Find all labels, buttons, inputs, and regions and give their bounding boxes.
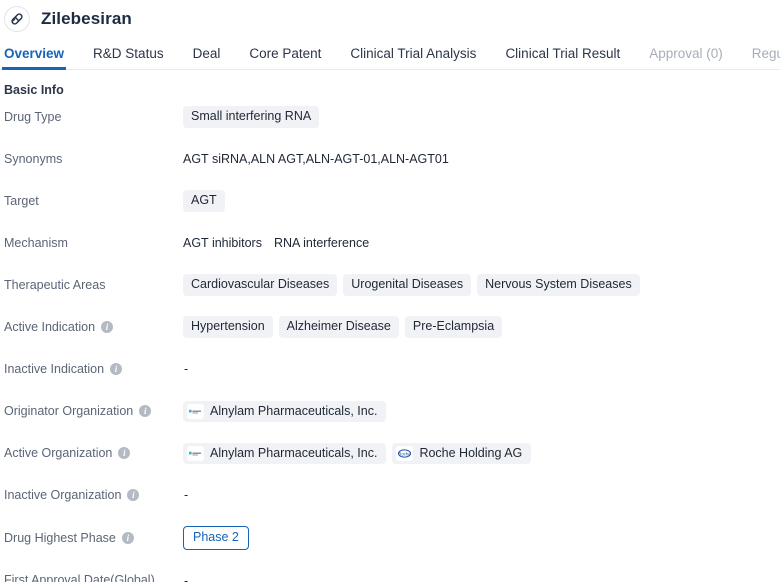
field-label: Originator Organization i [0, 405, 183, 418]
field-label: Target [0, 195, 183, 208]
field-label-text: First Approval Date(Global) [4, 573, 155, 582]
field-label-text: Drug Type [4, 109, 62, 124]
field-label: Inactive Organization i [0, 489, 183, 502]
organization-chip[interactable]: Alnylam Pharmaceuticals, Inc. [183, 400, 387, 422]
empty-value: - [184, 362, 189, 376]
field-row: Target AGT [0, 190, 780, 212]
field-label-text: Mechanism [4, 235, 68, 250]
value-chip[interactable]: Alzheimer Disease [278, 316, 399, 338]
field-row: Mechanism AGT inhibitors RNA interference [0, 232, 780, 254]
tab-deal[interactable]: Deal [193, 46, 221, 70]
field-row: Drug Type Small interfering RNA [0, 106, 780, 128]
field-label: Active Organization i [0, 447, 183, 460]
tab-overview[interactable]: Overview [1, 46, 67, 70]
value-chip[interactable]: Pre-Eclampsia [404, 316, 503, 338]
empty-value: - [184, 488, 189, 502]
page-title: Zilebesiran [41, 9, 132, 28]
field-label: Inactive Indication i [0, 363, 183, 376]
tab-clinical-trial-result[interactable]: Clinical Trial Result [505, 46, 620, 70]
info-circle-icon[interactable]: i [118, 447, 131, 459]
info-circle-icon[interactable]: i [127, 489, 140, 501]
field-value: AGT [183, 190, 225, 212]
field-row: Active Indication i Hypertension Alzheimer … [0, 316, 780, 338]
value-chip[interactable]: AGT [183, 190, 225, 212]
value-chip[interactable]: Urogenital Diseases [343, 274, 472, 296]
section-title-basic-info: Basic Info [4, 83, 64, 97]
value-chip[interactable]: Cardiovascular Diseases [183, 274, 338, 296]
field-value: Hypertension Alzheimer Disease Pre-Eclamps… [183, 316, 503, 338]
basic-info-field-list: Drug Type Small interfering RNA Synonyms AG… [0, 97, 780, 582]
field-row: Synonyms AGT siRNA,ALN AGT,ALN-AGT-01,ALN… [0, 148, 780, 170]
field-label-text: Active Indication [4, 319, 96, 334]
field-value: - [183, 362, 188, 376]
field-row: Therapeutic Areas Cardiovascular Diseases… [0, 274, 780, 296]
organization-chip[interactable]: Alnylam Pharmaceuticals, Inc. [183, 442, 387, 464]
field-label-text: Inactive Organization [4, 487, 122, 502]
field-label-text: Inactive Indication [4, 361, 105, 376]
field-label: Drug Highest Phase i [0, 530, 183, 545]
value-chip[interactable]: Nervous System Diseases [477, 274, 640, 296]
tab-rd-status[interactable]: R&D Status [93, 46, 164, 70]
organization-logo-icon [187, 445, 204, 461]
value-chip[interactable]: Small interfering RNA [183, 106, 320, 128]
field-label-text: Therapeutic Areas [4, 277, 106, 292]
field-label: Active Indication i [0, 321, 183, 334]
info-circle-icon[interactable]: i [121, 531, 134, 544]
info-circle-icon[interactable]: i [110, 363, 123, 375]
field-label: Synonyms [0, 153, 183, 166]
organization-logo-icon [187, 403, 204, 419]
field-label: Drug Type [0, 111, 183, 124]
field-value: AGT inhibitors RNA interference [183, 236, 369, 250]
field-value: - [183, 488, 188, 502]
field-row: Originator Organization i Alnylam Pharmace… [0, 400, 780, 422]
pill-capsule-icon [4, 6, 30, 32]
tab-core-patent[interactable]: Core Patent [249, 46, 321, 70]
field-row: Inactive Indication i - [0, 358, 780, 380]
field-label-text: Originator Organization [4, 403, 134, 418]
field-value: Small interfering RNA [183, 106, 320, 128]
field-row: Drug Highest Phase i Phase 2 [0, 526, 780, 550]
drug-detail-page: Zilebesiran Overview R&D Status Deal Cor… [0, 0, 780, 582]
page-header: Zilebesiran [0, 0, 780, 38]
field-value: Alnylam Pharmaceuticals, Inc. Roche Roche … [183, 442, 532, 464]
field-label: First Approval Date(Global) [0, 574, 183, 582]
organization-chip[interactable]: Roche Roche Holding AG [392, 442, 532, 464]
empty-value: - [184, 573, 189, 582]
field-label: Therapeutic Areas [0, 279, 183, 292]
field-row: Inactive Organization i - [0, 484, 780, 506]
field-row: Active Organization i Alnylam Pharmaceutic… [0, 442, 780, 464]
field-value: Cardiovascular Diseases Urogenital Diseas… [183, 274, 640, 296]
info-circle-icon[interactable]: i [101, 321, 114, 333]
field-label-text: Synonyms [4, 151, 63, 166]
field-value: Alnylam Pharmaceuticals, Inc. [183, 400, 387, 422]
field-value: - [183, 574, 188, 582]
organization-name: Alnylam Pharmaceuticals, Inc. [210, 445, 378, 460]
field-label: Mechanism [0, 237, 183, 250]
tab-regulation[interactable]: Regulation (0) [752, 46, 780, 70]
tab-bar: Overview R&D Status Deal Core Patent Cli… [0, 38, 780, 70]
field-label-text: Drug Highest Phase [4, 530, 116, 545]
tab-clinical-trial-analysis[interactable]: Clinical Trial Analysis [350, 46, 476, 70]
value-chip[interactable]: Hypertension [183, 316, 273, 338]
organization-name: Roche Holding AG [419, 445, 523, 460]
mechanism-value[interactable]: RNA interference [274, 236, 369, 250]
organization-logo-icon: Roche [396, 445, 414, 461]
field-value: Phase 2 [183, 526, 249, 550]
organization-name: Alnylam Pharmaceuticals, Inc. [210, 403, 378, 418]
svg-text:Roche: Roche [399, 451, 412, 456]
info-circle-icon[interactable]: i [139, 405, 152, 417]
text-value: AGT siRNA,ALN AGT,ALN-AGT-01,ALN-AGT01 [183, 152, 449, 166]
field-label-text: Target [4, 193, 39, 208]
tab-approval[interactable]: Approval (0) [649, 46, 723, 70]
mechanism-value[interactable]: AGT inhibitors [183, 236, 262, 250]
field-row: First Approval Date(Global) - [0, 570, 780, 582]
field-value: AGT siRNA,ALN AGT,ALN-AGT-01,ALN-AGT01 [183, 152, 449, 166]
phase-badge[interactable]: Phase 2 [183, 526, 249, 550]
field-label-text: Active Organization [4, 445, 113, 460]
